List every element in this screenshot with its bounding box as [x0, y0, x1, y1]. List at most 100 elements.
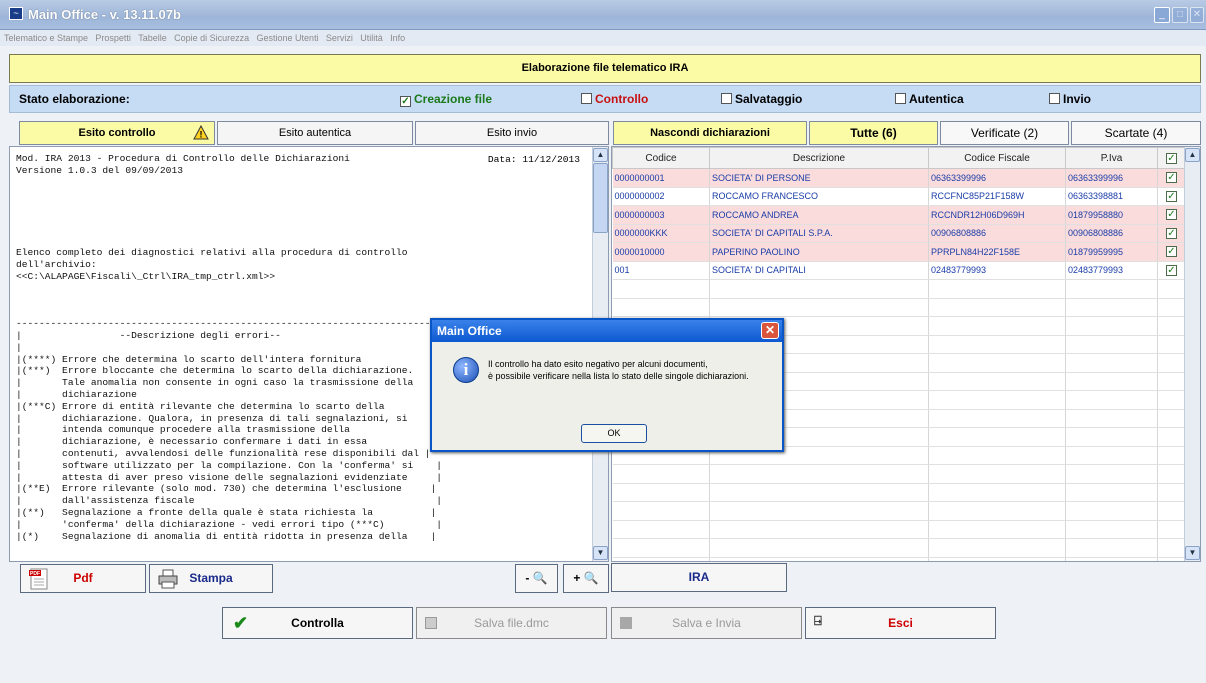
table-row[interactable]: 0000000KKK SOCIETA' DI CAPITALI S.P.A. 0… [612, 224, 1186, 243]
menu-bar: Telematico e Stampe Prospetti Tabelle Co… [0, 30, 1206, 46]
menu-tabelle[interactable]: Tabelle [138, 30, 167, 46]
cell-codice: 0000000002 [612, 187, 710, 206]
column-header-codice[interactable]: Codice [612, 147, 710, 169]
tab-esito-controllo[interactable]: Esito controllo ! [19, 121, 215, 145]
empty-row [612, 483, 1186, 502]
checkbox-icon [581, 93, 592, 104]
exit-door-icon: ⍈ [814, 613, 822, 628]
tab-tutte[interactable]: Tutte (6) [809, 121, 938, 145]
empty-row [612, 557, 1186, 561]
table-row[interactable]: 001 SOCIETA' DI CAPITALI 02483779993 024… [612, 261, 1186, 280]
menu-telematico[interactable]: Telematico e Stampe [4, 30, 88, 46]
salva-dmc-button[interactable]: Salva file.dmc [416, 607, 607, 639]
empty-row [612, 298, 1186, 317]
checkbox-icon [721, 93, 732, 104]
svg-text:PDF: PDF [30, 571, 40, 577]
cell-descrizione: ROCCAMO FRANCESCO [709, 187, 929, 206]
row-checkbox[interactable]: ✓ [1157, 261, 1186, 280]
scroll-down-icon[interactable]: ▼ [1185, 546, 1200, 560]
cell-descrizione: SOCIETA' DI PERSONE [709, 168, 929, 188]
cell-codice: 0000000001 [612, 168, 710, 188]
select-all-checkbox[interactable]: ✓ [1157, 147, 1186, 169]
status-label: Stato elaborazione: [19, 92, 130, 106]
ok-button[interactable]: OK [581, 424, 647, 443]
scroll-up-icon[interactable]: ▲ [1185, 148, 1200, 162]
step-salvataggio: Salvataggio [721, 92, 802, 106]
cell-codice-fiscale: PPRPLN84H22F158E [928, 242, 1066, 262]
minimize-button[interactable]: _ [1154, 7, 1170, 23]
report-date: Data: 11/12/2013 [487, 154, 580, 165]
zoom-out-icon: - 🔍 [525, 571, 548, 585]
esci-button[interactable]: ⍈ Esci [805, 607, 996, 639]
ira-button[interactable]: IRA [611, 563, 787, 592]
scroll-thumb[interactable] [593, 163, 608, 233]
menu-servizi[interactable]: Servizi [326, 30, 353, 46]
menu-info[interactable]: Info [390, 30, 405, 46]
hide-declarations-button[interactable]: Nascondi dichiarazioni [613, 121, 807, 145]
cell-piva: 06363398881 [1065, 187, 1158, 206]
row-checkbox[interactable]: ✓ [1157, 187, 1186, 206]
row-checkbox[interactable]: ✓ [1157, 224, 1186, 243]
title-bar: ~ Main Office - v. 13.11.07b _ □ ✕ [0, 0, 1206, 30]
empty-row [612, 279, 1186, 299]
menu-copie[interactable]: Copie di Sicurezza [174, 30, 249, 46]
close-window-button[interactable]: ✕ [1190, 7, 1204, 23]
tab-esito-invio[interactable]: Esito invio [415, 121, 609, 145]
zoom-in-icon: + 🔍 [573, 571, 599, 585]
dialog-message: Il controllo ha dato esito negativo per … [488, 358, 782, 382]
tab-scartate[interactable]: Scartate (4) [1071, 121, 1201, 145]
controlla-button[interactable]: ✔ Controlla [222, 607, 413, 639]
table-row[interactable]: 0000000002 ROCCAMO FRANCESCO RCCFNC85P21… [612, 187, 1186, 206]
menu-gestione-utenti[interactable]: Gestione Utenti [257, 30, 319, 46]
zoom-out-button[interactable]: - 🔍 [515, 564, 558, 593]
dialog-close-icon[interactable]: ✕ [761, 322, 779, 339]
row-checkbox[interactable]: ✓ [1157, 205, 1186, 225]
menu-utilita[interactable]: Utilità [360, 30, 383, 46]
step-invio: Invio [1049, 92, 1091, 106]
table-row[interactable]: 0000000003 ROCCAMO ANDREA RCCNDR12H06D96… [612, 205, 1186, 225]
tab-verificate[interactable]: Verificate (2) [940, 121, 1069, 145]
table-row[interactable]: 0000000001 SOCIETA' DI PERSONE 063633999… [612, 168, 1186, 188]
dialog-message-line2: è possibile verificare nella lista lo st… [488, 371, 749, 381]
info-icon: i [453, 357, 479, 383]
cell-codice: 0000000003 [612, 205, 710, 225]
empty-row [612, 464, 1186, 484]
empty-row [612, 520, 1186, 539]
salva-invia-button[interactable]: Salva e Invia [611, 607, 802, 639]
scroll-up-icon[interactable]: ▲ [593, 148, 608, 162]
warning-icon: ! [193, 124, 209, 140]
empty-row [612, 501, 1186, 521]
cell-codice-fiscale: 00906808886 [928, 224, 1066, 243]
empty-row [612, 538, 1186, 558]
page-title: Elaborazione file telematico IRA [9, 54, 1201, 83]
cell-piva: 02483779993 [1065, 261, 1158, 280]
cell-codice-fiscale: RCCNDR12H06D969H [928, 205, 1066, 225]
pdf-button[interactable]: PDF Pdf [20, 564, 146, 593]
cell-codice-fiscale: 02483779993 [928, 261, 1066, 280]
cell-piva: 01879958880 [1065, 205, 1158, 225]
step-autentica: Autentica [895, 92, 964, 106]
dialog-title: Main Office [432, 320, 782, 342]
cell-codice: 0000000KKK [612, 224, 710, 243]
column-header-codice-fiscale[interactable]: Codice Fiscale [928, 147, 1066, 169]
tab-esito-autentica[interactable]: Esito autentica [217, 121, 413, 145]
maximize-button[interactable]: □ [1172, 7, 1188, 23]
zoom-in-button[interactable]: + 🔍 [563, 564, 609, 593]
app-icon: ~ [9, 7, 23, 20]
save-icon [425, 617, 437, 629]
cell-codice-fiscale: 06363399996 [928, 168, 1066, 188]
column-header-piva[interactable]: P.Iva [1065, 147, 1158, 169]
step-controllo: Controllo [581, 92, 648, 106]
row-checkbox[interactable]: ✓ [1157, 168, 1186, 188]
checkmark-icon: ✔ [233, 613, 249, 633]
print-button[interactable]: Stampa [149, 564, 273, 593]
grid-scrollbar[interactable]: ▲ ▼ [1184, 147, 1200, 561]
scroll-down-icon[interactable]: ▼ [593, 546, 608, 560]
cell-codice: 0000010000 [612, 242, 710, 262]
row-checkbox[interactable]: ✓ [1157, 242, 1186, 262]
column-header-descrizione[interactable]: Descrizione [709, 147, 929, 169]
dialog-message-line1: Il controllo ha dato esito negativo per … [488, 359, 708, 369]
table-row[interactable]: 0000010000 PAPERINO PAOLINO PPRPLN84H22F… [612, 242, 1186, 262]
menu-prospetti[interactable]: Prospetti [95, 30, 131, 46]
svg-text:!: ! [200, 130, 203, 140]
